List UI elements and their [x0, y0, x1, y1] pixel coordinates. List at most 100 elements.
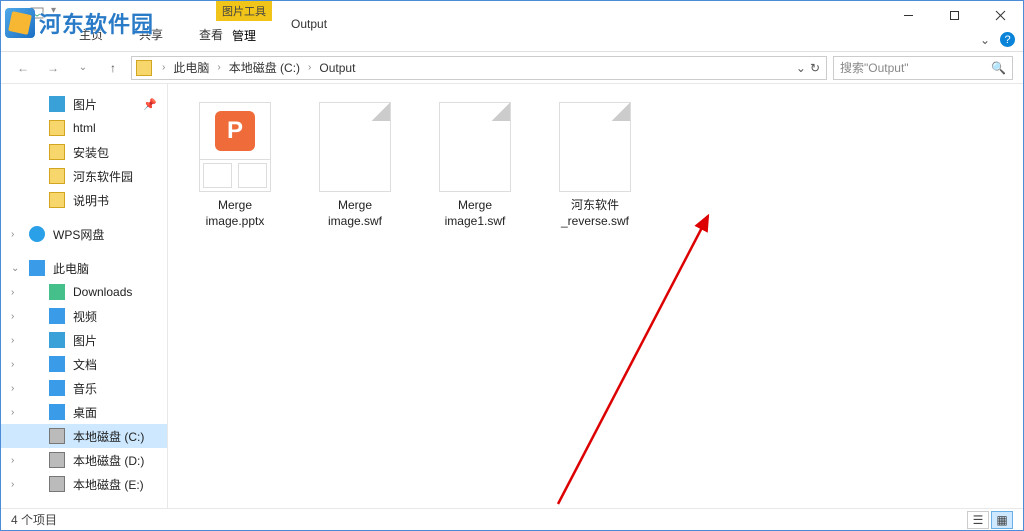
pin-icon[interactable]: 📌 — [143, 98, 157, 111]
sidebar-item-label: 文档 — [73, 356, 97, 373]
ribbon-expand-icon[interactable]: ⌄ — [980, 33, 990, 47]
expand-caret-icon[interactable]: › — [11, 287, 14, 298]
sidebar-item[interactable]: › 本地磁盘 (E:) — [1, 472, 167, 496]
up-button[interactable]: ↑ — [101, 56, 125, 80]
ico-folder-icon — [49, 168, 65, 184]
ico-cloud-icon — [29, 226, 45, 242]
expand-caret-icon[interactable]: › — [11, 479, 14, 490]
body: 图片📌html安装包河东软件园说明书›WPS网盘⌄此电脑›Downloads›视… — [1, 84, 1023, 508]
expand-caret-icon[interactable]: › — [11, 455, 14, 466]
watermark: 河东软件园 — [5, 7, 154, 39]
expand-caret-icon[interactable]: › — [11, 229, 14, 240]
sidebar-item[interactable]: 安装包 — [1, 140, 167, 164]
minimize-button[interactable] — [885, 1, 931, 29]
search-input[interactable]: 搜索"Output" 🔍 — [833, 56, 1013, 80]
item-count: 4 个项目 — [11, 511, 57, 528]
status-bar: 4 个项目 ☰ ▦ — [1, 508, 1023, 530]
chevron-right-icon[interactable]: › — [211, 62, 226, 73]
chevron-right-icon[interactable]: › — [156, 62, 171, 73]
file-item[interactable]: 河东软件_reverse.swf — [550, 102, 640, 229]
sidebar-item[interactable]: ›Downloads — [1, 280, 167, 304]
ico-folder-icon — [49, 192, 65, 208]
icons-view-icon[interactable]: ▦ — [991, 511, 1013, 529]
sidebar-item-label: 本地磁盘 (C:) — [73, 428, 144, 445]
file-label: Merge image1.swf — [430, 198, 520, 229]
sidebar-item[interactable]: › 图片 — [1, 328, 167, 352]
maximize-button[interactable] — [931, 1, 977, 29]
sidebar-item[interactable]: 本地磁盘 (C:) — [1, 424, 167, 448]
expand-caret-icon[interactable]: › — [11, 383, 14, 394]
file-thumbnail — [319, 102, 391, 192]
details-view-icon[interactable]: ☰ — [967, 511, 989, 529]
sidebar-item[interactable]: html — [1, 116, 167, 140]
contextual-tab-group: 图片工具 管理 — [216, 1, 272, 52]
breadcrumb-item[interactable]: 此电脑 — [171, 59, 211, 76]
sidebar-item-label: 图片 — [73, 332, 97, 349]
sidebar-item-label: 视频 — [73, 308, 97, 325]
sidebar-item-label: html — [73, 121, 96, 135]
breadcrumb-item[interactable]: 本地磁盘 (C:) — [227, 59, 302, 76]
sidebar-item[interactable]: 图片📌 — [1, 92, 167, 116]
window-title: Output — [291, 17, 327, 31]
contextual-header: 图片工具 — [216, 1, 272, 21]
sidebar-item[interactable]: 说明书 — [1, 188, 167, 212]
sidebar-item-label: WPS网盘 — [53, 226, 104, 243]
forward-button[interactable]: → — [41, 56, 65, 80]
ico-blue-icon — [49, 308, 65, 324]
titlebar: ▾ 主页 共享 查看 图片工具 管理 Output ⌄ ? — [1, 1, 1023, 52]
sidebar-item-label: 安装包 — [73, 144, 109, 161]
view-mode-switch: ☰ ▦ — [967, 511, 1013, 529]
sidebar-item[interactable]: › 视频 — [1, 304, 167, 328]
search-placeholder: 搜索"Output" — [840, 59, 909, 76]
expand-caret-icon[interactable]: › — [11, 335, 14, 346]
ico-green-icon — [49, 284, 65, 300]
sidebar-item-label: 本地磁盘 (D:) — [73, 452, 144, 469]
file-list[interactable]: P Merge image.pptx Merge image.swf Merge im… — [168, 84, 1023, 508]
sidebar-item[interactable]: › WPS网盘 — [1, 222, 167, 246]
search-icon[interactable]: 🔍 — [991, 61, 1006, 75]
sidebar-item[interactable]: › 桌面 — [1, 400, 167, 424]
refresh-icon[interactable]: ↻ — [810, 61, 820, 75]
file-item[interactable]: Merge image1.swf — [430, 102, 520, 229]
ico-disk-icon — [49, 452, 65, 468]
ico-blue-icon — [49, 404, 65, 420]
file-item[interactable]: P Merge image.pptx — [190, 102, 280, 229]
sidebar-item-label: 桌面 — [73, 404, 97, 421]
annotation-arrow — [538, 204, 738, 514]
navigation-pane: 图片📌html安装包河东软件园说明书›WPS网盘⌄此电脑›Downloads›视… — [1, 84, 168, 508]
expand-caret-icon[interactable]: › — [11, 407, 14, 418]
location-icon — [136, 60, 152, 76]
close-button[interactable] — [977, 1, 1023, 29]
sidebar-item[interactable]: ›音乐 — [1, 376, 167, 400]
sidebar-item[interactable]: › 本地磁盘 (D:) — [1, 448, 167, 472]
ico-folder-icon — [49, 120, 65, 136]
sidebar-item-label: 河东软件园 — [73, 168, 133, 185]
breadcrumb[interactable]: › 此电脑 › 本地磁盘 (C:) › Output ⌄ ↻ — [131, 56, 827, 80]
ico-folder-icon — [49, 144, 65, 160]
breadcrumb-item[interactable]: Output — [317, 61, 357, 75]
sidebar-item[interactable]: ⌄ 此电脑 — [1, 256, 167, 280]
ico-disk-icon — [49, 476, 65, 492]
history-dropdown-icon[interactable]: ⌄ — [796, 61, 806, 75]
ico-pic-icon — [49, 332, 65, 348]
sidebar-item[interactable]: 河东软件园 — [1, 164, 167, 188]
chevron-right-icon[interactable]: › — [302, 62, 317, 73]
expand-caret-icon[interactable]: › — [11, 311, 14, 322]
file-label: Merge image.pptx — [190, 198, 280, 229]
sidebar-item-label: 此电脑 — [53, 260, 89, 277]
tab-manage[interactable]: 管理 — [216, 21, 272, 52]
sidebar-item-label: 说明书 — [73, 192, 109, 209]
ribbon-help-area: ⌄ ? — [980, 32, 1015, 47]
back-button[interactable]: ← — [11, 56, 35, 80]
sidebar-item[interactable]: › 文档 — [1, 352, 167, 376]
expand-caret-icon[interactable]: › — [11, 359, 14, 370]
expand-caret-icon[interactable]: ⌄ — [11, 263, 19, 274]
file-label: Merge image.swf — [310, 198, 400, 229]
file-item[interactable]: Merge image.swf — [310, 102, 400, 229]
help-icon[interactable]: ? — [1000, 32, 1015, 47]
pptx-icon: P — [215, 111, 255, 151]
watermark-icon — [5, 8, 35, 38]
sidebar-item-label: 本地磁盘 (E:) — [73, 476, 144, 493]
recent-dropdown-icon[interactable]: ⌄ — [71, 56, 95, 80]
ico-blue-icon — [49, 356, 65, 372]
